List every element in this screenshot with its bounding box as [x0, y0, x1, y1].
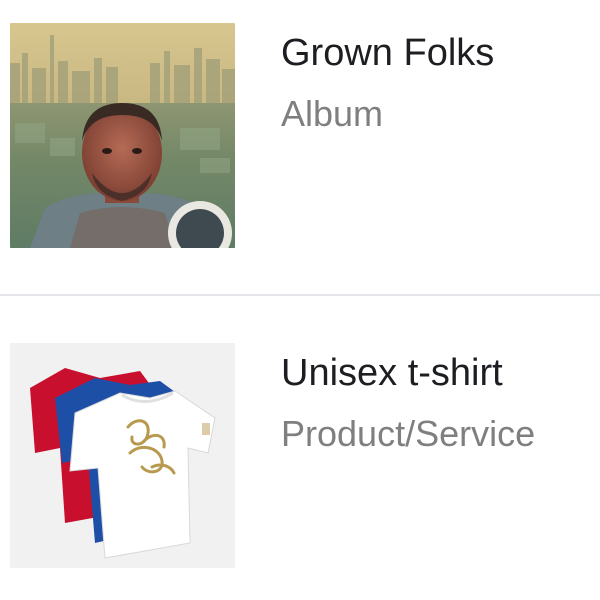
- album-text: Grown Folks Album: [281, 30, 494, 136]
- divider: [0, 294, 600, 296]
- list-item-album[interactable]: Grown Folks Album: [0, 0, 600, 270]
- tshirt-product-thumbnail[interactable]: [10, 343, 235, 568]
- item-title[interactable]: Grown Folks: [281, 30, 494, 76]
- tshirt-text: Unisex t-shirt Product/Service: [281, 350, 535, 456]
- album-cover-thumbnail[interactable]: [10, 23, 235, 248]
- item-category: Album: [281, 93, 384, 134]
- result-list: Grown Folks Album Unisex t-shirt Product…: [0, 0, 600, 600]
- list-item-tshirt[interactable]: Unisex t-shirt Product/Service: [0, 320, 600, 590]
- item-title[interactable]: Unisex t-shirt: [281, 350, 535, 396]
- item-category: Product/Service: [281, 413, 536, 454]
